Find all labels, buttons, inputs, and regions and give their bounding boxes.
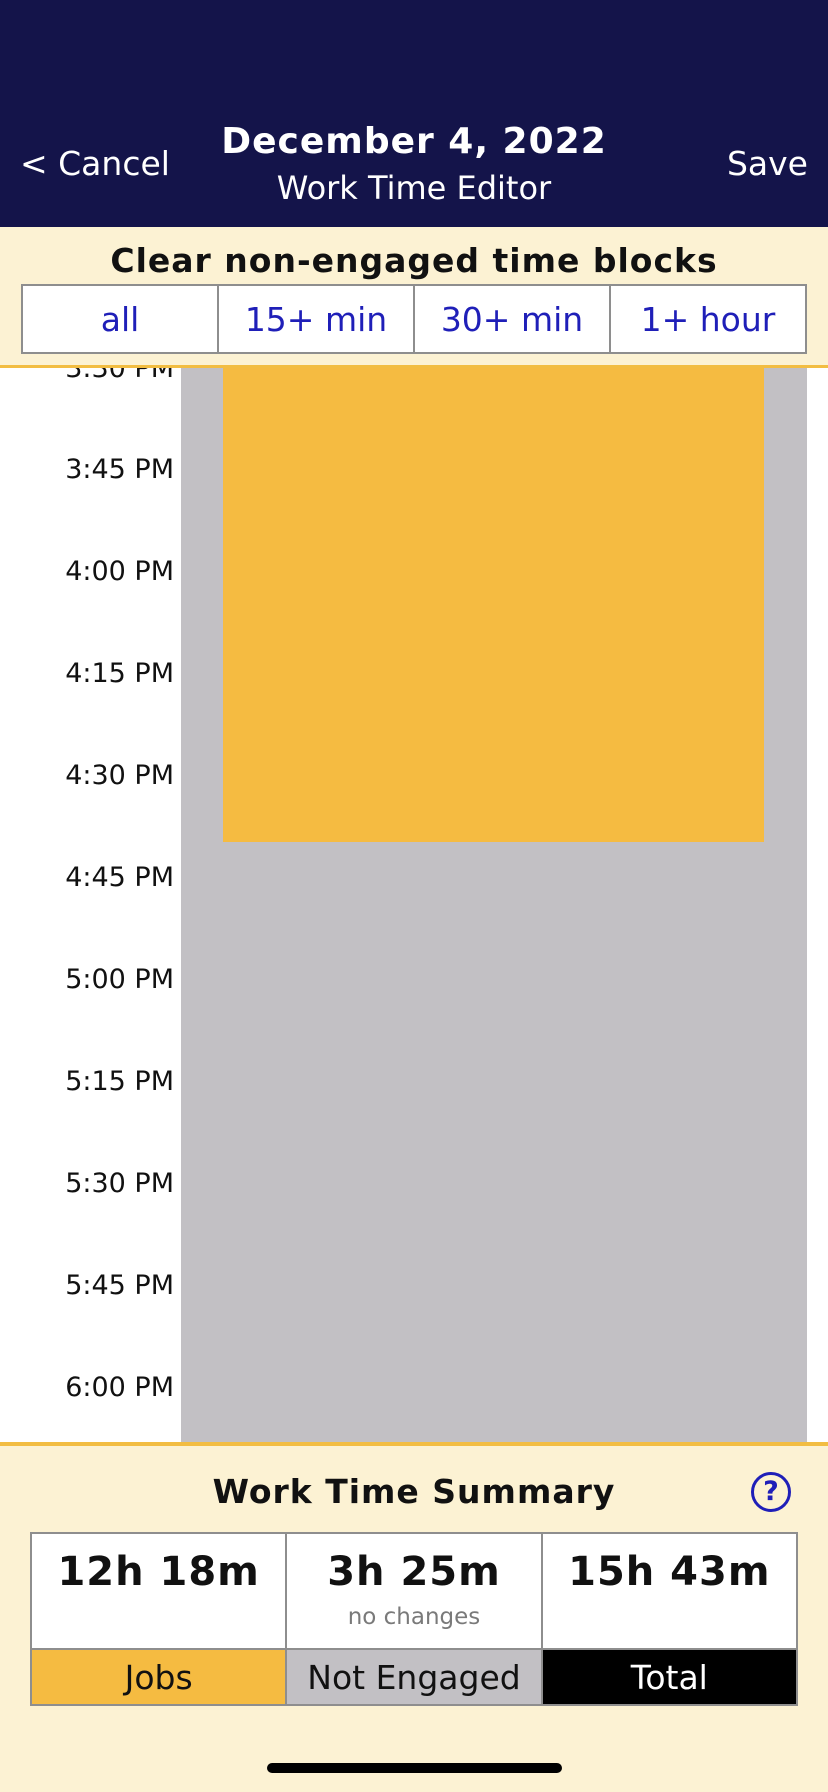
nav-header: < Cancel December 4, 2022 Work Time Edit… — [0, 0, 828, 227]
time-label: 4:45 PM — [65, 862, 174, 893]
jobs-label: Jobs — [32, 1648, 286, 1704]
clear-blocks-panel: Clear non-engaged time blocks all 15+ mi… — [0, 227, 828, 368]
time-label: 6:00 PM — [65, 1372, 174, 1403]
summary-title: Work Time Summary — [212, 1472, 616, 1511]
timeline-scroll[interactable]: 3:30 PM 3:45 PM 4:00 PM 4:15 PM 4:30 PM … — [0, 368, 828, 1442]
date-title: December 4, 2022 — [221, 121, 607, 162]
time-label: 5:15 PM — [65, 1066, 174, 1097]
work-time-summary: Work Time Summary ? 12h 18m Jobs 3h 25m … — [0, 1442, 828, 1792]
clear-blocks-title: Clear non-engaged time blocks — [110, 241, 718, 280]
total-label: Total — [542, 1648, 796, 1704]
not-engaged-label: Not Engaged — [287, 1648, 541, 1704]
clear-15-min-button[interactable]: 15+ min — [219, 286, 415, 352]
jobs-value: 12h 18m — [57, 1549, 260, 1595]
not-engaged-value: 3h 25m — [327, 1549, 501, 1595]
time-label: 4:30 PM — [65, 760, 174, 791]
time-label: 4:15 PM — [65, 658, 174, 689]
clear-30-min-button[interactable]: 30+ min — [415, 286, 611, 352]
job-time-block[interactable] — [223, 368, 764, 842]
clear-all-button[interactable]: all — [23, 286, 219, 352]
summary-stats: 12h 18m Jobs 3h 25m no changes Not Engag… — [30, 1532, 798, 1706]
not-engaged-stat: 3h 25m no changes Not Engaged — [287, 1534, 543, 1704]
time-label: 3:30 PM — [65, 368, 174, 384]
time-label: 5:30 PM — [65, 1168, 174, 1199]
header-title: December 4, 2022 Work Time Editor — [0, 120, 828, 210]
total-value: 15h 43m — [568, 1549, 771, 1595]
clear-1-hour-button[interactable]: 1+ hour — [611, 286, 805, 352]
help-icon[interactable]: ? — [751, 1472, 791, 1512]
time-label: 5:45 PM — [65, 1270, 174, 1301]
screen-subtitle: Work Time Editor — [276, 169, 552, 207]
home-indicator — [267, 1763, 562, 1773]
jobs-stat: 12h 18m Jobs — [32, 1534, 288, 1704]
total-stat: 15h 43m Total — [542, 1534, 796, 1704]
time-label: 3:45 PM — [65, 454, 174, 485]
time-label: 4:00 PM — [65, 556, 174, 587]
clear-blocks-segmented-control: all 15+ min 30+ min 1+ hour — [21, 284, 807, 354]
save-button[interactable]: Save — [727, 144, 808, 183]
not-engaged-note: no changes — [347, 1604, 481, 1630]
time-label: 5:00 PM — [65, 964, 174, 995]
